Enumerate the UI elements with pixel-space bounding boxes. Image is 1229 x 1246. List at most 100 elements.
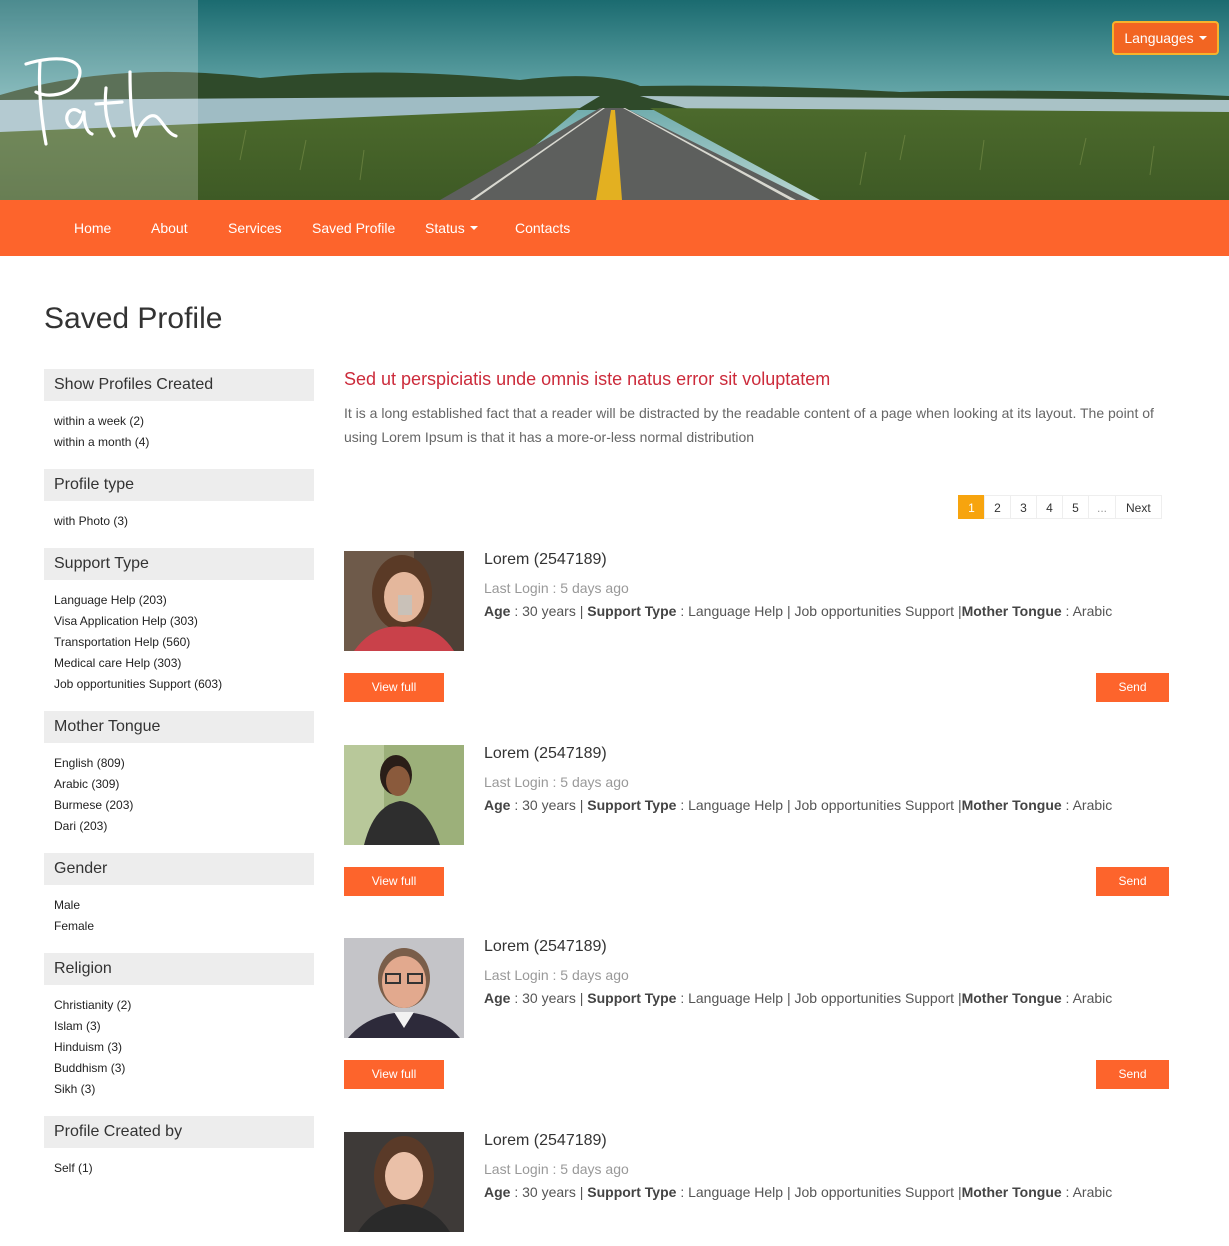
- path-logo[interactable]: [18, 52, 183, 152]
- filter-option[interactable]: Transportation Help (560): [54, 634, 314, 655]
- page-link-5[interactable]: 5: [1062, 495, 1089, 519]
- support-type-value: Language Help | Job opportunities Suppor…: [688, 603, 955, 619]
- profile-name[interactable]: Lorem (2547189): [484, 1132, 607, 1150]
- caret-down-icon: [1198, 36, 1207, 40]
- nav-saved-profile[interactable]: Saved Profile: [312, 200, 395, 256]
- filter-heading: Support Type: [44, 548, 314, 580]
- filter-option[interactable]: Burmese (203): [54, 797, 314, 818]
- age-value: 30 years: [522, 1184, 576, 1200]
- filter-list: Language Help (203) Visa Application Hel…: [44, 580, 314, 697]
- filter-heading: Mother Tongue: [44, 711, 314, 743]
- profile-card: Lorem (2547189) Last Login : 5 days ago …: [344, 1132, 1169, 1232]
- filter-option[interactable]: Islam (3): [54, 1018, 314, 1039]
- mother-tongue-value: Arabic: [1072, 797, 1113, 813]
- filter-option[interactable]: Medical care Help (303): [54, 655, 314, 676]
- page-link-2[interactable]: 2: [984, 495, 1011, 519]
- nav-contacts[interactable]: Contacts: [515, 200, 570, 256]
- intro-title: Sed ut perspiciatis unde omnis iste natu…: [344, 369, 831, 389]
- filter-option[interactable]: Christianity (2): [54, 997, 314, 1018]
- age-label: Age: [484, 1184, 511, 1200]
- page-link-3[interactable]: 3: [1010, 495, 1037, 519]
- filter-heading: Profile type: [44, 469, 314, 501]
- page-link-1[interactable]: 1: [958, 495, 985, 519]
- filter-option[interactable]: Sikh (3): [54, 1081, 314, 1102]
- filter-group-created-by: Profile Created by Self (1): [44, 1116, 314, 1186]
- support-type-label: Support Type: [587, 1184, 677, 1200]
- filter-heading: Profile Created by: [44, 1116, 314, 1148]
- filter-option[interactable]: with Photo (3): [54, 513, 314, 534]
- profile-details: Age : 30 years | Support Type : Language…: [484, 990, 1113, 1006]
- profile-card: Lorem (2547189) Last Login : 5 days ago …: [344, 551, 1169, 723]
- filter-option[interactable]: Arabic (309): [54, 776, 314, 797]
- nav-status[interactable]: Status: [425, 200, 478, 256]
- profile-last-login: Last Login : 5 days ago: [484, 1161, 629, 1177]
- filter-option[interactable]: Self (1): [54, 1160, 314, 1181]
- profile-photo[interactable]: [344, 938, 464, 1038]
- intro-text: It is a long established fact that a rea…: [344, 405, 1154, 445]
- mother-tongue-value: Arabic: [1072, 1184, 1113, 1200]
- send-mail-button[interactable]: Send Mail: [1096, 673, 1169, 723]
- mother-tongue-label: Mother Tongue: [961, 990, 1062, 1006]
- page-link-4[interactable]: 4: [1036, 495, 1063, 519]
- languages-label: Languages: [1124, 30, 1194, 46]
- view-full-profile-button[interactable]: View full profile: [344, 867, 444, 917]
- support-type-label: Support Type: [587, 603, 677, 619]
- filter-group-religion: Religion Christianity (2) Islam (3) Hind…: [44, 953, 314, 1116]
- profile-photo[interactable]: [344, 551, 464, 651]
- page-next-link[interactable]: Next: [1115, 495, 1162, 519]
- age-label: Age: [484, 990, 511, 1006]
- nav-services[interactable]: Services: [228, 200, 282, 256]
- profile-details: Age : 30 years | Support Type : Language…: [484, 797, 1113, 813]
- mother-tongue-label: Mother Tongue: [961, 1184, 1062, 1200]
- filter-option[interactable]: Female: [54, 918, 314, 939]
- age-value: 30 years: [522, 797, 576, 813]
- filter-list: Male Female: [44, 885, 314, 939]
- filter-option[interactable]: within a month (4): [54, 434, 314, 455]
- send-mail-button[interactable]: Send Mail: [1096, 867, 1169, 917]
- young-man-outdoor-photo: [344, 745, 464, 845]
- age-value: 30 years: [522, 990, 576, 1006]
- age-value: 30 years: [522, 603, 576, 619]
- man-glasses-photo: [344, 938, 464, 1038]
- support-type-value: Language Help | Job opportunities Suppor…: [688, 797, 955, 813]
- filter-group-profiles-created: Show Profiles Created within a week (2) …: [44, 369, 314, 469]
- send-mail-button[interactable]: Send Mail: [1096, 1060, 1169, 1110]
- mother-tongue-value: Arabic: [1072, 603, 1113, 619]
- filter-option[interactable]: Visa Application Help (303): [54, 613, 314, 634]
- nav-services-label: Services: [228, 220, 282, 236]
- header-banner: Languages: [0, 0, 1229, 200]
- view-full-profile-button[interactable]: View full profile: [344, 1060, 444, 1110]
- profile-photo[interactable]: [344, 1132, 464, 1232]
- caret-down-icon: [469, 226, 478, 230]
- filter-sidebar: Show Profiles Created within a week (2) …: [44, 369, 314, 1186]
- filter-option[interactable]: English (809): [54, 755, 314, 776]
- profile-name[interactable]: Lorem (2547189): [484, 745, 607, 763]
- nav-about[interactable]: About: [151, 200, 188, 256]
- view-full-profile-button[interactable]: View full profile: [344, 673, 444, 723]
- support-type-label: Support Type: [587, 990, 677, 1006]
- profile-last-login: Last Login : 5 days ago: [484, 967, 629, 983]
- filter-option[interactable]: Buddhism (3): [54, 1060, 314, 1081]
- mother-tongue-value: Arabic: [1072, 990, 1113, 1006]
- filter-option[interactable]: Dari (203): [54, 818, 314, 839]
- nav-home[interactable]: Home: [74, 200, 111, 256]
- nav-about-label: About: [151, 220, 188, 236]
- profile-last-login: Last Login : 5 days ago: [484, 580, 629, 596]
- filter-list: Self (1): [44, 1148, 314, 1181]
- profile-photo[interactable]: [344, 745, 464, 845]
- filter-heading: Show Profiles Created: [44, 369, 314, 401]
- filter-option[interactable]: Job opportunities Support (603): [54, 676, 314, 697]
- languages-dropdown-button[interactable]: Languages: [1112, 21, 1219, 55]
- filter-group-profile-type: Profile type with Photo (3): [44, 469, 314, 548]
- mother-tongue-label: Mother Tongue: [961, 797, 1062, 813]
- profile-name[interactable]: Lorem (2547189): [484, 551, 607, 569]
- profile-name[interactable]: Lorem (2547189): [484, 938, 607, 956]
- filter-option[interactable]: Hinduism (3): [54, 1039, 314, 1060]
- filter-list: Christianity (2) Islam (3) Hinduism (3) …: [44, 985, 314, 1102]
- filter-list: English (809) Arabic (309) Burmese (203)…: [44, 743, 314, 839]
- main-navbar: Home About Services Saved Profile Status…: [0, 200, 1229, 256]
- filter-option[interactable]: Language Help (203): [54, 592, 314, 613]
- filter-option[interactable]: within a week (2): [54, 413, 314, 434]
- filter-option[interactable]: Male: [54, 897, 314, 918]
- pagination: 1 2 3 4 5 ... Next: [958, 495, 1162, 519]
